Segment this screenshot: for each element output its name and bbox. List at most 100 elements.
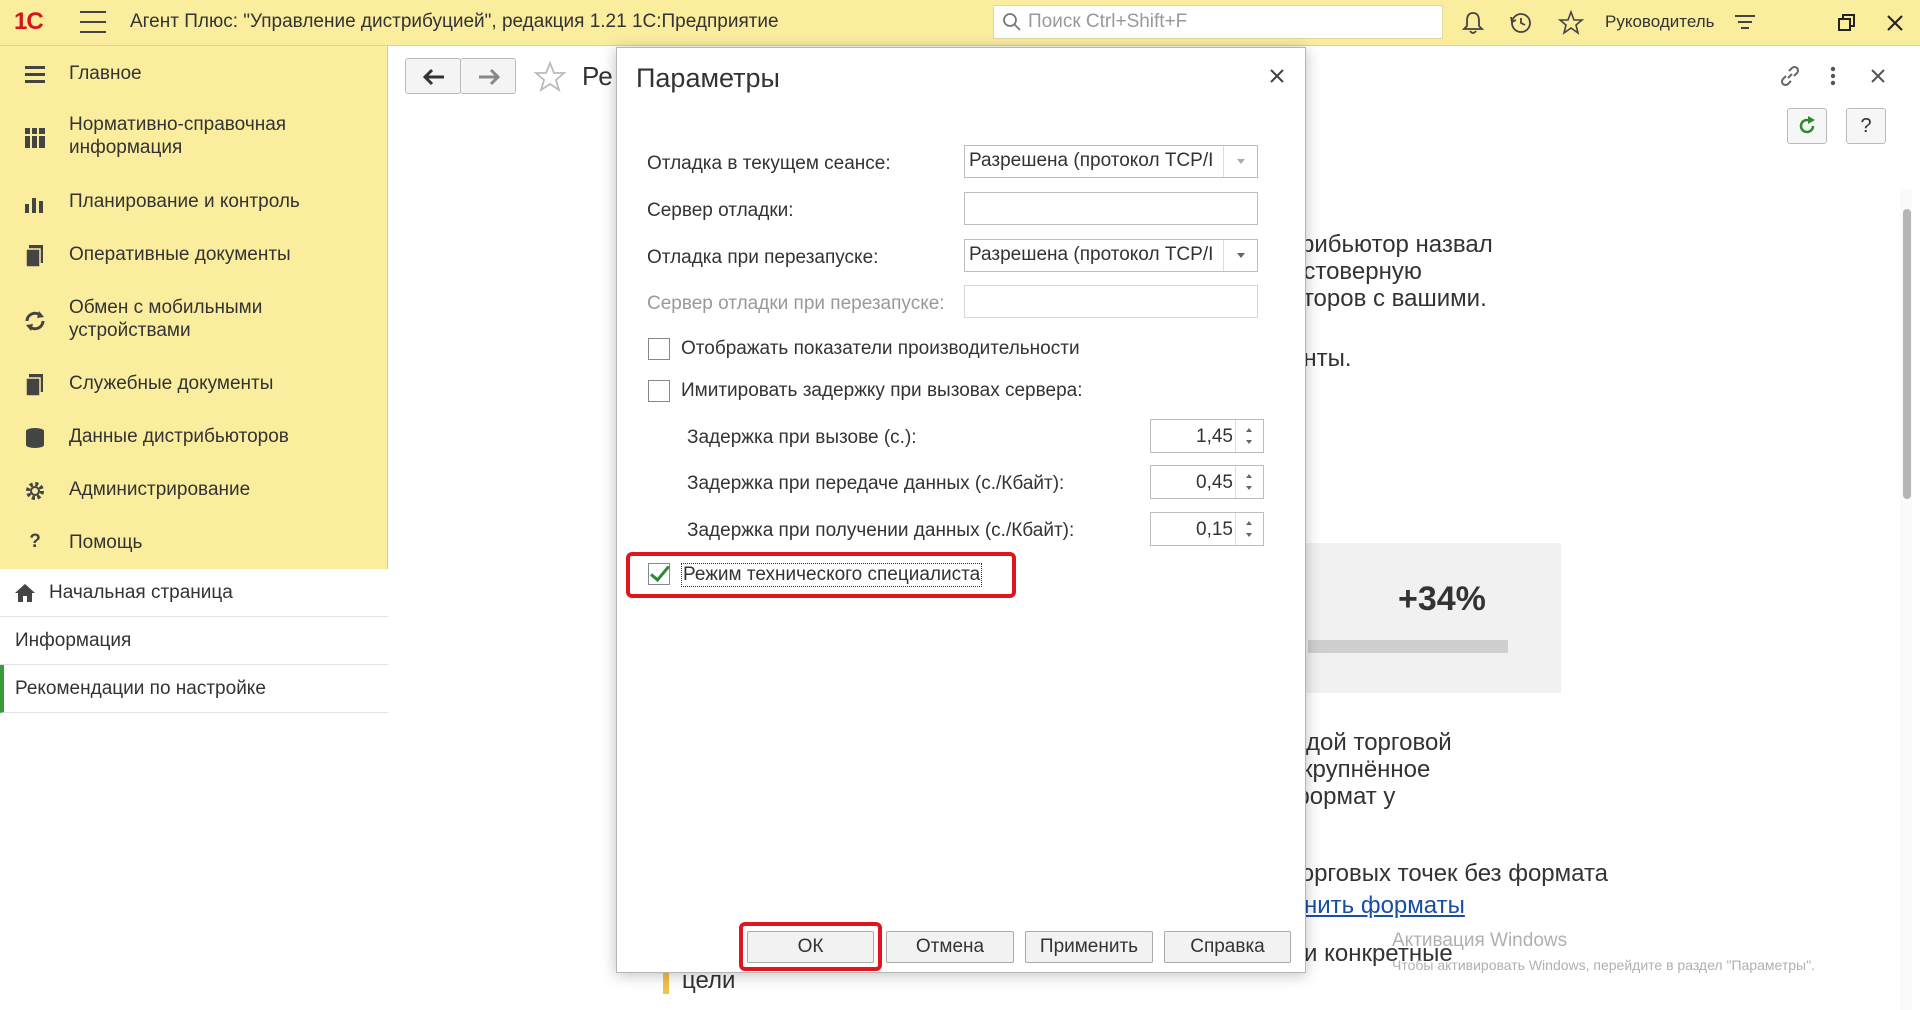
star-icon[interactable] bbox=[1558, 10, 1584, 36]
history-icon[interactable] bbox=[1508, 10, 1534, 36]
sidebar-item-label: Обмен с мобильными устройствами bbox=[69, 297, 263, 341]
dialog-close-icon[interactable] bbox=[1265, 64, 1289, 88]
debug-session-select[interactable]: Разрешена (протокол TCP/I bbox=[964, 145, 1258, 178]
help-dialog-button[interactable]: Справка bbox=[1164, 931, 1291, 963]
search-input[interactable]: Поиск Ctrl+Shift+F bbox=[993, 5, 1443, 39]
call-delay-value: 1,45 bbox=[1196, 426, 1233, 447]
window-close-icon[interactable] bbox=[1866, 64, 1890, 88]
chevron-down-icon[interactable] bbox=[1223, 146, 1257, 177]
open-windows-panel: Начальная страница Информация Рекомендац… bbox=[0, 569, 388, 1010]
debug-session-label: Отладка в текущем сеансе: bbox=[647, 153, 891, 174]
help-button[interactable]: ? bbox=[1846, 108, 1886, 144]
search-icon bbox=[1003, 13, 1021, 31]
apply-button[interactable]: Применить bbox=[1025, 931, 1153, 963]
refresh-button[interactable] bbox=[1787, 108, 1827, 144]
home-icon bbox=[15, 584, 35, 602]
spin-buttons[interactable] bbox=[1235, 513, 1263, 545]
restore-icon[interactable] bbox=[1834, 10, 1860, 36]
fill-formats-link[interactable]: лнить форматы bbox=[1290, 892, 1465, 919]
tech-mode-checkbox[interactable] bbox=[648, 563, 670, 585]
debug-restart-value: Разрешена (протокол TCP/I bbox=[969, 244, 1214, 265]
call-delay-input[interactable]: 1,45 bbox=[1150, 419, 1264, 453]
sync-icon bbox=[25, 311, 45, 331]
documents-icon bbox=[25, 245, 43, 268]
nav-home[interactable]: Начальная страница bbox=[0, 569, 388, 617]
debug-server-input[interactable] bbox=[964, 192, 1258, 225]
arrow-left-icon bbox=[422, 68, 444, 86]
call-delay-label: Задержка при вызове (с.): bbox=[687, 427, 917, 448]
parameters-dialog: Параметры Отладка в текущем сеансе: Разр… bbox=[616, 47, 1306, 973]
spin-buttons[interactable] bbox=[1235, 466, 1263, 498]
show-perf-label: Отображать показатели производительности bbox=[681, 338, 1080, 359]
help-icon: ? bbox=[29, 531, 41, 552]
nav-information-label: Информация bbox=[15, 629, 132, 651]
sidebar-item-label: Планирование и контроль bbox=[69, 191, 300, 212]
debug-restart-server-input[interactable] bbox=[964, 285, 1258, 318]
ok-button[interactable]: ОК bbox=[747, 931, 874, 963]
nav-setup-recommendations[interactable]: Рекомендации по настройке bbox=[0, 665, 388, 713]
link-icon[interactable] bbox=[1777, 63, 1803, 89]
debug-restart-select[interactable]: Разрешена (протокол TCP/I bbox=[964, 239, 1258, 272]
sidebar-item-label: Нормативно-справочная информация bbox=[69, 114, 287, 158]
debug-restart-label: Отладка при перезапуске: bbox=[647, 247, 879, 268]
forward-button[interactable] bbox=[460, 58, 516, 94]
show-perf-checkbox[interactable] bbox=[648, 338, 670, 360]
sidebar-item-label: Служебные документы bbox=[69, 373, 274, 394]
sidebar-item-label: Помощь bbox=[69, 532, 143, 553]
refresh-icon bbox=[1799, 116, 1815, 134]
spin-up-icon[interactable] bbox=[1246, 474, 1252, 478]
spin-down-icon[interactable] bbox=[1246, 533, 1252, 537]
content-text-line: остоверную bbox=[1290, 258, 1422, 285]
content-text-line: укрупнённое bbox=[1290, 756, 1431, 783]
cancel-button[interactable]: Отмена bbox=[886, 931, 1014, 963]
spin-up-icon[interactable] bbox=[1246, 428, 1252, 432]
content-text-line: оторов с вашими. bbox=[1290, 285, 1487, 312]
nav-information[interactable]: Информация bbox=[0, 617, 388, 665]
simulate-delay-checkbox[interactable] bbox=[648, 380, 670, 402]
app-title: Агент Плюс: "Управление дистрибуцией", р… bbox=[130, 11, 779, 32]
more-vertical-icon[interactable] bbox=[1827, 63, 1839, 89]
send-delay-label: Задержка при передаче данных (с./Кбайт): bbox=[687, 473, 1065, 494]
windows-activation-title: Активация Windows bbox=[1392, 930, 1568, 951]
nav-home-label: Начальная страница bbox=[49, 581, 233, 603]
spin-up-icon[interactable] bbox=[1246, 521, 1252, 525]
grid-icon bbox=[25, 128, 45, 148]
content-text-line: трибьютор назвал bbox=[1290, 231, 1493, 258]
debug-server-label: Сервер отладки: bbox=[647, 200, 794, 221]
accent-marker bbox=[663, 972, 669, 994]
sidebar-item-label: Администрирование bbox=[69, 479, 251, 500]
spin-buttons[interactable] bbox=[1235, 420, 1263, 452]
bar-chart-icon bbox=[25, 198, 43, 213]
back-button[interactable] bbox=[405, 58, 461, 94]
send-delay-input[interactable]: 0,45 bbox=[1150, 465, 1264, 499]
app-logo[interactable]: 1С bbox=[14, 8, 44, 36]
scrollbar-thumb[interactable] bbox=[1903, 209, 1911, 499]
sidebar-item-label: Главное bbox=[69, 63, 142, 84]
menu-lines-icon bbox=[25, 66, 45, 83]
content-text-line: ждой торговой bbox=[1290, 729, 1452, 756]
page-title: Ре bbox=[582, 61, 613, 91]
chevron-down-icon[interactable] bbox=[1223, 240, 1257, 271]
spin-down-icon[interactable] bbox=[1246, 486, 1252, 490]
nav-setup-recommendations-label: Рекомендации по настройке bbox=[15, 677, 266, 699]
sidebar-item-label: Оперативные документы bbox=[69, 244, 291, 265]
close-icon[interactable] bbox=[1882, 10, 1908, 36]
dialog-title: Параметры bbox=[636, 63, 780, 93]
bell-icon[interactable] bbox=[1460, 10, 1486, 36]
recv-delay-input[interactable]: 0,15 bbox=[1150, 512, 1264, 546]
main-menu-icon[interactable] bbox=[80, 11, 106, 33]
kpi-card-value: +34% bbox=[1398, 580, 1486, 618]
top-bar: 1С Агент Плюс: "Управление дистрибуцией"… bbox=[0, 0, 1920, 46]
user-name[interactable]: Руководитель bbox=[1605, 12, 1715, 32]
favorite-star-icon[interactable] bbox=[533, 60, 567, 94]
search-placeholder: Поиск Ctrl+Shift+F bbox=[1028, 11, 1188, 32]
tech-mode-label: Режим технического специалиста bbox=[681, 563, 983, 587]
content-text-line: торговых точек без формата bbox=[1290, 860, 1609, 887]
spin-down-icon[interactable] bbox=[1246, 440, 1252, 444]
settings-lines-icon[interactable] bbox=[1732, 10, 1758, 36]
gear-icon bbox=[26, 482, 44, 500]
windows-activation-subtitle: Чтобы активировать Windows, перейдите в … bbox=[1392, 957, 1815, 973]
send-delay-value: 0,45 bbox=[1196, 472, 1233, 493]
sidebar-item-label: Данные дистрибьюторов bbox=[69, 426, 289, 447]
kpi-card-bar bbox=[1308, 640, 1508, 653]
